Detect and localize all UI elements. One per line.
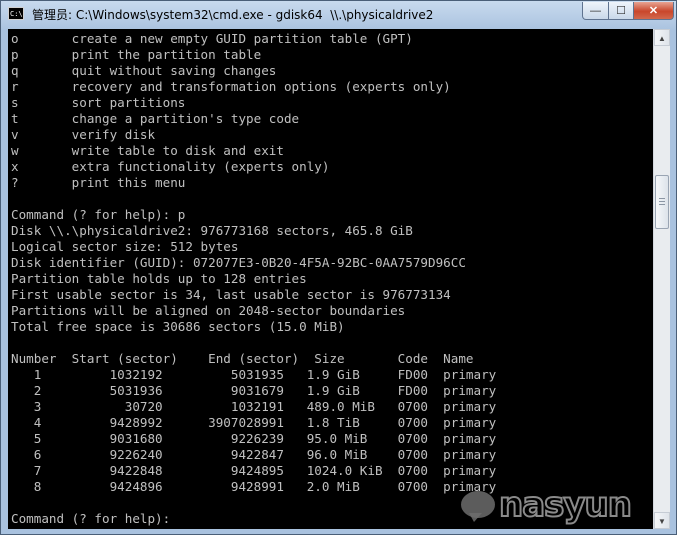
console-line: 6 9226240 9422847 96.0 MiB 0700 primary <box>11 447 497 462</box>
console-line: First usable sector is 34, last usable s… <box>11 287 451 302</box>
console-line: 2 5031936 9031679 1.9 GiB FD00 primary <box>11 383 497 398</box>
maximize-button[interactable]: ☐ <box>608 2 634 20</box>
console-line: p print the partition table <box>11 47 262 62</box>
thumb-grip-line <box>659 204 665 205</box>
minimize-button[interactable]: — <box>582 2 609 20</box>
console-output[interactable]: o create a new empty GUID partition tabl… <box>8 29 653 529</box>
console-line: 3 30720 1032191 489.0 MiB 0700 primary <box>11 399 497 414</box>
console-lines: o create a new empty GUID partition tabl… <box>11 31 496 527</box>
scroll-up-button[interactable]: ▲ <box>654 29 670 46</box>
window-title: 管理员: C:\Windows\system32\cmd.exe - gdisk… <box>32 8 434 22</box>
nasyun-watermark: nasyun <box>459 484 659 527</box>
console-line: Total free space is 30686 sectors (15.0 … <box>11 319 345 334</box>
console-line: q quit without saving changes <box>11 63 277 78</box>
thumb-grip-line <box>659 198 665 199</box>
minimize-icon: — <box>590 4 601 17</box>
console-line: 8 9424896 9428991 2.0 MiB 0700 primary <box>11 479 497 494</box>
console-line: Disk identifier (GUID): 072077E3-0B20-4F… <box>11 255 466 270</box>
chat-bubble-tail <box>469 513 482 522</box>
console-line: Partition table holds up to 128 entries <box>11 271 307 286</box>
console-line: o create a new empty GUID partition tabl… <box>11 31 413 46</box>
console-line: Disk \\.\physicaldrive2: 976773168 secto… <box>11 223 413 238</box>
console-line: w write table to disk and exit <box>11 143 284 158</box>
console-line: x extra functionality (experts only) <box>11 159 330 174</box>
watermark-text: nasyun <box>498 484 633 526</box>
close-icon: ✕ <box>648 5 659 17</box>
scroll-up-icon: ▲ <box>658 34 666 43</box>
maximize-icon: ☐ <box>616 5 626 17</box>
console-line: ? print this menu <box>11 175 186 190</box>
console-line: Command (? for help): p <box>11 207 186 222</box>
console-line: Logical sector size: 512 bytes <box>11 239 239 254</box>
cmd-app-icon[interactable]: C:\ <box>8 7 24 20</box>
title-bar[interactable]: C:\ 管理员: C:\Windows\system32\cmd.exe - g… <box>1 1 676 27</box>
console-line: r recovery and transformation options (e… <box>11 79 451 94</box>
console-line: 4 9428992 3907028991 1.8 TiB 0700 primar… <box>11 415 497 430</box>
vertical-scrollbar[interactable]: ▲ ▼ <box>653 29 670 529</box>
console-line: 5 9031680 9226239 95.0 MiB 0700 primary <box>11 431 497 446</box>
console-line: v verify disk <box>11 127 156 142</box>
thumb-grip-line <box>659 201 665 202</box>
console-line: Command (? for help): <box>11 511 178 526</box>
scroll-thumb[interactable] <box>655 175 669 229</box>
scroll-down-icon: ▼ <box>658 517 666 526</box>
close-button[interactable]: ✕ <box>633 2 674 20</box>
console-line: s sort partitions <box>11 95 186 110</box>
console-line: 1 1032192 5031935 1.9 GiB FD00 primary <box>11 367 497 382</box>
console-line: Partitions will be aligned on 2048-secto… <box>11 303 406 318</box>
console-line: Number Start (sector) End (sector) Size … <box>11 351 474 366</box>
console-line: 7 9422848 9424895 1024.0 KiB 0700 primar… <box>11 463 497 478</box>
console-line: t change a partition's type code <box>11 111 300 126</box>
cmd-window: C:\ 管理员: C:\Windows\system32\cmd.exe - g… <box>0 0 677 535</box>
